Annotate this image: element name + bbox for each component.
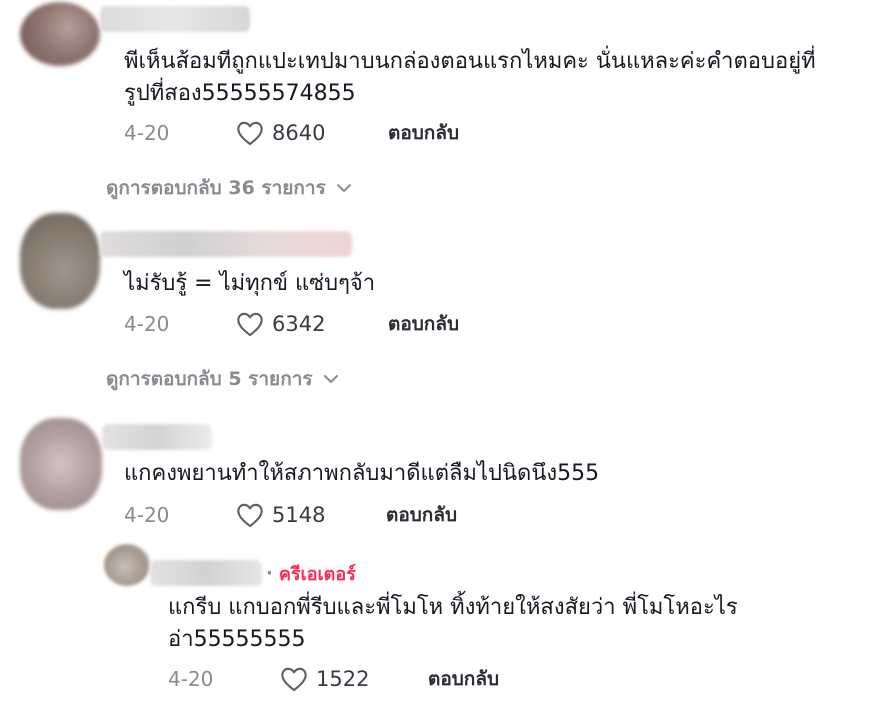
comment-date: 4-20 — [124, 312, 170, 336]
avatar[interactable] — [20, 418, 102, 510]
comment-item: พีเห็นส้อมทีถูกแปะเทปมาบนกล่องตอนแรกไหมค… — [0, 0, 885, 205]
creator-label: ครีเอเตอร์ — [278, 563, 356, 585]
comment-text: พีเห็นส้อมทีถูกแปะเทปมาบนกล่องตอนแรกไหมค… — [124, 49, 816, 106]
view-replies-button[interactable]: ดูการตอบกลับ 36 รายการ — [106, 174, 352, 202]
reply-date: 4-20 — [168, 667, 214, 691]
like-button[interactable]: 1522 — [280, 666, 428, 692]
chevron-down-icon — [336, 184, 351, 192]
comment-text: ไม่รับรู้ = ไม่ทุกข์ แซ่บๆจ้า — [124, 271, 376, 296]
chevron-down-icon — [323, 375, 338, 383]
avatar[interactable] — [104, 544, 150, 586]
creator-badge: · ครีเอเตอร์ — [266, 560, 356, 586]
like-button[interactable]: 8640 — [236, 120, 388, 146]
heart-outline-icon[interactable] — [280, 666, 308, 692]
like-count: 1522 — [316, 667, 370, 691]
username-blurred[interactable] — [102, 424, 212, 450]
reply-meta: 4-20 1522 ตอบกลับ — [168, 664, 499, 694]
view-replies-label: ดูการตอบกลับ 36 รายการ — [106, 177, 326, 199]
like-button[interactable]: 6342 — [236, 311, 388, 337]
comment-date: 4-20 — [124, 503, 170, 527]
reply-item: · ครีเอเตอร์ แกรีบ แกบอกพี่รีบและพี่โมโห… — [0, 540, 885, 720]
like-count: 8640 — [272, 121, 326, 145]
reply-button[interactable]: ตอบกลับ — [428, 664, 499, 694]
username-blurred[interactable] — [100, 6, 250, 32]
comment-meta: 4-20 6342 ตอบกลับ — [124, 309, 459, 339]
comment-meta: 4-20 5148 ตอบกลับ — [124, 500, 457, 530]
avatar[interactable] — [20, 213, 100, 309]
heart-outline-icon[interactable] — [236, 311, 264, 337]
comment-text: แกคงพยานทำให้สภาพกลับมาดีแต่ลืมไปนิดนึง5… — [124, 461, 600, 486]
view-replies-button[interactable]: ดูการตอบกลับ 5 รายการ — [106, 365, 339, 393]
view-replies-label: ดูการตอบกลับ 5 รายการ — [106, 368, 313, 390]
reply-text: แกรีบ แกบอกพี่รีบและพี่โมโห ทิ้งท้ายให้ส… — [168, 595, 738, 652]
like-count: 5148 — [272, 503, 326, 527]
username-blurred[interactable] — [100, 231, 352, 257]
heart-outline-icon[interactable] — [236, 120, 264, 146]
reply-button[interactable]: ตอบกลับ — [388, 309, 459, 339]
username-blurred[interactable] — [150, 560, 262, 586]
heart-outline-icon[interactable] — [236, 502, 264, 528]
like-button[interactable]: 5148 — [236, 502, 386, 528]
reply-button[interactable]: ตอบกลับ — [388, 118, 459, 148]
separator-dot: · — [266, 562, 273, 584]
comment-item: แกคงพยานทำให้สภาพกลับมาดีแต่ลืมไปนิดนึง5… — [0, 418, 885, 540]
reply-button[interactable]: ตอบกลับ — [386, 500, 457, 530]
like-count: 6342 — [272, 312, 326, 336]
comment-item: ไม่รับรู้ = ไม่ทุกข์ แซ่บๆจ้า 4-20 6342 … — [0, 205, 885, 400]
comment-date: 4-20 — [124, 121, 170, 145]
avatar[interactable] — [20, 2, 100, 66]
comment-meta: 4-20 8640 ตอบกลับ — [124, 118, 459, 148]
